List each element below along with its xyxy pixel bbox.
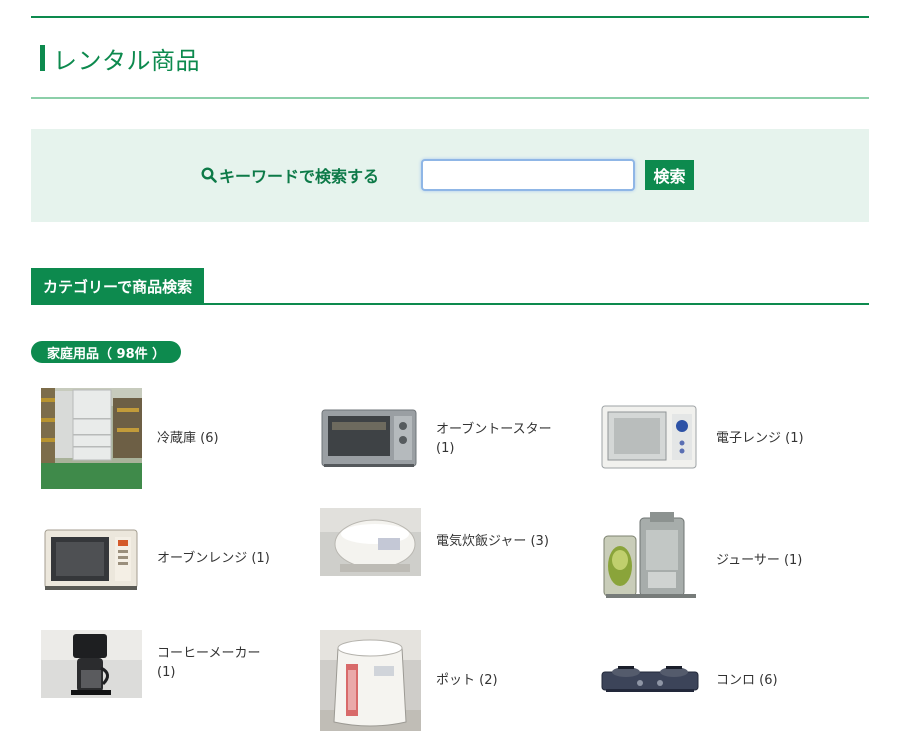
product-item[interactable]: 電子レンジ (1): [600, 388, 836, 489]
gas-stove-image[interactable]: [600, 630, 701, 731]
electric-pot-image[interactable]: [320, 630, 421, 731]
search-button[interactable]: 検索: [645, 160, 694, 190]
product-label[interactable]: コーヒーメーカー (1): [157, 644, 277, 682]
product-label[interactable]: オーブンレンジ (1): [157, 549, 277, 568]
product-label[interactable]: ジューサー (1): [716, 551, 836, 570]
coffee-maker-image[interactable]: [41, 630, 142, 731]
search-icon: [201, 167, 217, 183]
product-item[interactable]: ポット (2): [320, 630, 556, 731]
product-label[interactable]: オーブントースター (1): [436, 420, 556, 458]
product-label[interactable]: コンロ (6): [716, 671, 836, 690]
product-item[interactable]: 冷蔵庫 (6): [41, 388, 277, 489]
keyword-search-panel: キーワードで検索する 検索: [31, 129, 869, 222]
product-label[interactable]: 電子レンジ (1): [716, 429, 836, 448]
page-title: レンタル商品: [40, 42, 200, 75]
search-label-text: キーワードで検索する: [219, 167, 380, 186]
keyword-search-input[interactable]: [421, 159, 635, 191]
product-label[interactable]: ポット (2): [436, 671, 556, 690]
category-search-header: カテゴリーで商品検索: [31, 268, 205, 304]
refrigerator-image[interactable]: [41, 388, 142, 489]
title-accent-bar: [40, 45, 45, 71]
product-item[interactable]: オーブンレンジ (1): [41, 508, 277, 609]
page-title-text: レンタル商品: [53, 46, 200, 75]
rice-cooker-image[interactable]: [320, 508, 421, 609]
product-item[interactable]: コンロ (6): [600, 630, 836, 731]
product-item[interactable]: ジューサー (1): [600, 510, 836, 611]
search-label: キーワードで検索する: [201, 163, 379, 187]
toaster-oven-image[interactable]: [320, 388, 421, 489]
top-divider: [31, 16, 869, 18]
category-divider: [31, 303, 869, 305]
product-item[interactable]: コーヒーメーカー (1): [41, 630, 277, 731]
product-label[interactable]: 電気炊飯ジャー (3): [436, 532, 556, 551]
oven-range-image[interactable]: [41, 508, 142, 609]
microwave-image[interactable]: [600, 388, 701, 489]
product-label[interactable]: 冷蔵庫 (6): [157, 429, 277, 448]
product-item[interactable]: 電気炊飯ジャー (3): [320, 508, 556, 609]
product-item[interactable]: オーブントースター (1): [320, 388, 556, 489]
category-group-badge[interactable]: 家庭用品（ 98件 ）: [31, 341, 182, 363]
title-divider: [31, 97, 869, 99]
juicer-image[interactable]: [600, 510, 701, 611]
